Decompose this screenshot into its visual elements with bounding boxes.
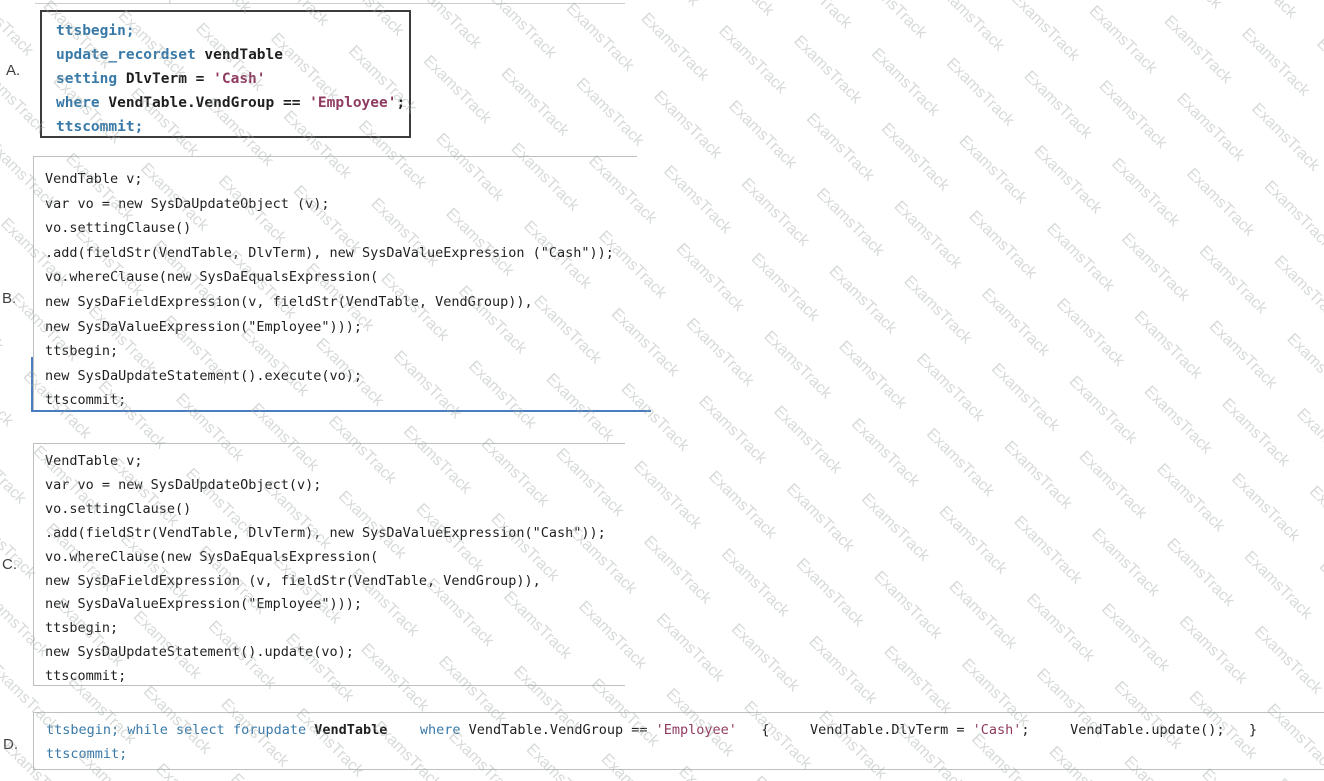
code-token: var vo = new SysDaUpdateObject(v); xyxy=(45,477,321,493)
code-token: { VendTable.DlvTerm = xyxy=(737,722,973,738)
code-token: ; VendTable.update(); } xyxy=(1021,722,1257,738)
code-token: where xyxy=(56,95,100,111)
code-line: new SysDaValueExpression("Employee"))); xyxy=(45,593,625,617)
code-line: .add(fieldStr(VendTable, DlvTerm), new S… xyxy=(45,522,625,546)
cropped-box-edge xyxy=(35,3,625,4)
code-token: while select forupdate xyxy=(127,722,306,738)
code-token: vendTable xyxy=(196,47,283,63)
code-token: 'Employee' xyxy=(309,95,396,111)
code-line: VendTable v; xyxy=(45,450,625,474)
code-token: vo.settingClause() xyxy=(45,501,191,517)
code-token: ; xyxy=(396,95,405,111)
code-token: ttscommit; xyxy=(45,392,126,408)
option-a-code-box[interactable]: ttsbegin;update_recordset vendTablesetti… xyxy=(40,10,411,138)
option-c-label: C. xyxy=(2,556,17,573)
code-line: ttscommit; xyxy=(45,388,637,413)
code-token: new SysDaFieldExpression (v, fieldStr(Ve… xyxy=(45,573,541,589)
code-line: ttscommit; xyxy=(56,115,409,139)
code-token: where xyxy=(420,722,461,738)
code-token: 'Cash' xyxy=(213,71,265,87)
option-d-code-box[interactable]: ttsbegin; while select forupdate VendTab… xyxy=(33,712,1324,770)
code-line: vo.settingClause() xyxy=(45,498,625,522)
code-token: ttscommit; xyxy=(56,119,143,135)
code-token: new SysDaValueExpression("Employee"))); xyxy=(45,596,362,612)
watermark-row: ExamsTrack ExamsTrack ExamsTrack ExamsTr… xyxy=(564,0,1324,488)
code-line: new SysDaFieldExpression (v, fieldStr(Ve… xyxy=(45,570,625,594)
code-line: new SysDaUpdateStatement().update(vo); xyxy=(45,641,625,665)
code-line: setting DlvTerm = 'Cash' xyxy=(56,67,409,91)
option-d-label: D. xyxy=(3,736,18,753)
code-line: vo.whereClause(new SysDaEqualsExpression… xyxy=(45,265,637,290)
code-token: new SysDaUpdateStatement().update(vo); xyxy=(45,644,354,660)
option-a-label: A. xyxy=(6,62,20,79)
code-line: ttscommit; xyxy=(46,742,1324,766)
code-token: .add(fieldStr(VendTable, DlvTerm), new S… xyxy=(45,245,614,261)
code-token: VendTable.VendGroup == xyxy=(461,722,656,738)
code-token: new SysDaUpdateStatement().execute(vo); xyxy=(45,368,362,384)
code-token: vo.settingClause() xyxy=(45,220,191,236)
code-token: update_recordset xyxy=(56,47,196,63)
watermark-row: ExamsTrack ExamsTrack ExamsTrack ExamsTr… xyxy=(597,0,1324,455)
code-token xyxy=(387,722,420,738)
code-token: .add(fieldStr(VendTable, DlvTerm), new S… xyxy=(45,525,606,541)
option-b-code-box[interactable]: VendTable v; var vo = new SysDaUpdateObje… xyxy=(33,156,637,412)
code-line: new SysDaUpdateStatement().execute(vo); xyxy=(45,364,637,389)
code-line: where VendTable.VendGroup == 'Employee'; xyxy=(56,91,409,115)
code-token: ttscommit; xyxy=(46,746,127,762)
code-line: vo.settingClause() xyxy=(45,216,637,241)
code-line: ttsbegin; while select forupdate VendTab… xyxy=(46,718,1324,742)
code-token: new SysDaValueExpression("Employee"))); xyxy=(45,319,362,335)
code-token: 'Employee' xyxy=(656,722,737,738)
code-line: VendTable v; xyxy=(45,167,637,192)
code-line: ttscommit; xyxy=(45,665,625,689)
code-token: ttscommit; xyxy=(45,668,126,684)
watermark-row: ExamsTrack ExamsTrack ExamsTrack ExamsTr… xyxy=(532,0,1324,520)
code-line: .add(fieldStr(VendTable, DlvTerm), new S… xyxy=(45,241,637,266)
code-line: update_recordset vendTable xyxy=(56,43,409,67)
code-token: 'Cash' xyxy=(973,722,1022,738)
code-line: var vo = new SysDaUpdateObject(v); xyxy=(45,474,625,498)
code-line: new SysDaFieldExpression(v, fieldStr(Ven… xyxy=(45,290,637,315)
exam-question-page: ExamsTrack ExamsTrack ExamsTrack ExamsTr… xyxy=(0,0,1324,781)
code-line: var vo = new SysDaUpdateObject (v); xyxy=(45,192,637,217)
watermark-row: ExamsTrack ExamsTrack ExamsTrack ExamsTr… xyxy=(629,0,1324,423)
option-b-label: B. xyxy=(2,290,16,307)
code-token: ttsbegin; xyxy=(46,722,127,738)
code-token: DlvTerm = xyxy=(117,71,213,87)
code-line: new SysDaValueExpression("Employee"))); xyxy=(45,315,637,340)
code-line: ttsbegin; xyxy=(45,339,637,364)
code-token: VendTable.VendGroup == xyxy=(100,95,310,111)
code-token: VendTable v; xyxy=(45,453,143,469)
code-line: ttsbegin; xyxy=(45,617,625,641)
code-token: new SysDaFieldExpression(v, fieldStr(Ven… xyxy=(45,294,533,310)
code-token: var vo = new SysDaUpdateObject (v); xyxy=(45,196,329,212)
code-token: ttsbegin; xyxy=(56,23,135,39)
code-line: ttsbegin; xyxy=(56,19,409,43)
code-token: vo.whereClause(new SysDaEqualsExpression… xyxy=(45,549,378,565)
code-token: ttsbegin; xyxy=(45,620,118,636)
code-token: VendTable xyxy=(306,722,387,738)
code-token: vo.whereClause(new SysDaEqualsExpression… xyxy=(45,269,378,285)
option-c-code-box[interactable]: VendTable v; var vo = new SysDaUpdateObje… xyxy=(33,443,625,686)
code-token: ttsbegin; xyxy=(45,343,118,359)
code-line: vo.whereClause(new SysDaEqualsExpression… xyxy=(45,546,625,570)
code-token: VendTable v; xyxy=(45,171,143,187)
code-token: setting xyxy=(56,71,117,87)
